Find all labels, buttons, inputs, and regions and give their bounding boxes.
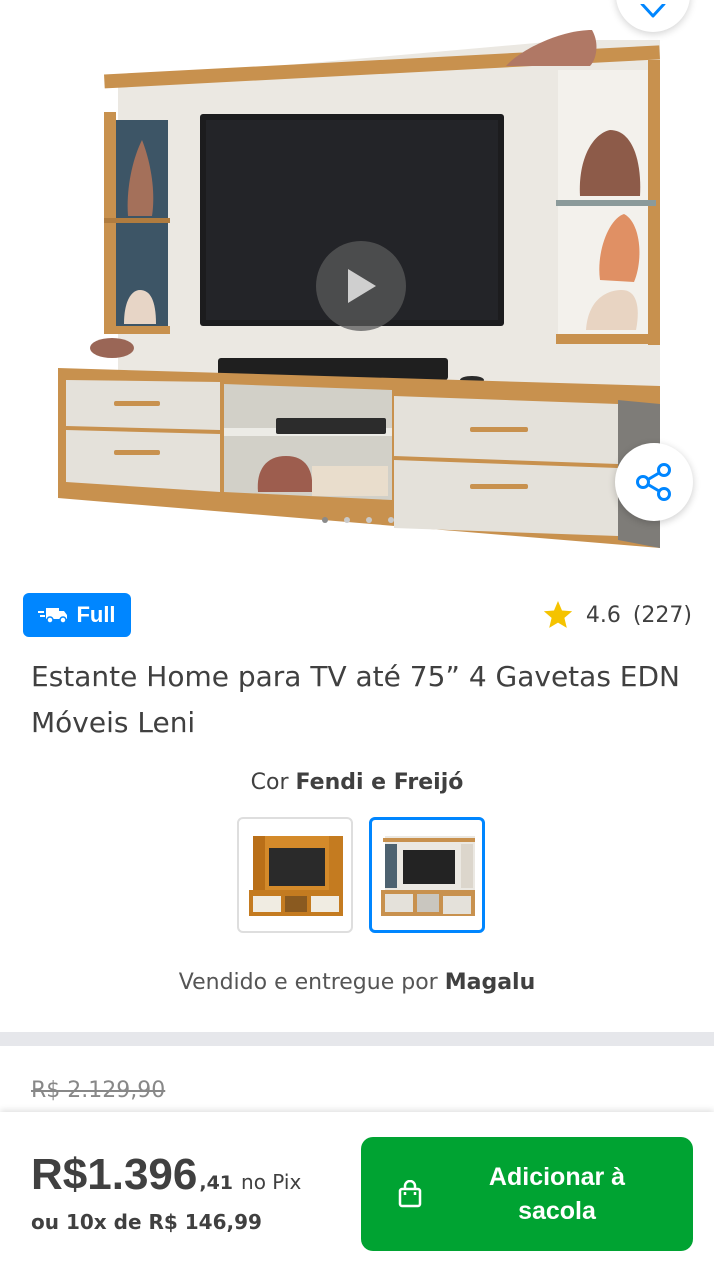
- product-title: Estante Home para TV até 75” 4 Gavetas E…: [31, 660, 681, 739]
- heart-icon: [640, 4, 666, 18]
- old-price: R$ 2.129,90: [31, 1078, 166, 1103]
- play-video-button[interactable]: [316, 241, 406, 331]
- product-rating[interactable]: 4.6 (227): [542, 598, 692, 632]
- seller-info: Vendido e entregue por Magalu: [0, 970, 714, 995]
- pix-label: no Pix: [241, 1170, 302, 1194]
- seller-name[interactable]: Magalu: [445, 970, 536, 995]
- rating-value: 4.6: [585, 602, 621, 628]
- badge-label: Full: [76, 602, 116, 627]
- price-cents: ,41: [199, 1172, 234, 1194]
- truck-icon: [38, 608, 68, 624]
- color-option-fendi-freijo[interactable]: [369, 817, 485, 933]
- product-image-gallery[interactable]: [0, 0, 714, 560]
- price-main: R$1.396: [31, 1150, 198, 1199]
- seller-prefix: Vendido e entregue por: [178, 970, 438, 995]
- full-delivery-badge: Full: [23, 593, 131, 637]
- color-selection-label: Cor Fendi e Freijó: [0, 770, 714, 795]
- carousel-dot[interactable]: [322, 517, 328, 523]
- carousel-indicator[interactable]: [322, 517, 394, 523]
- play-icon: [348, 269, 376, 303]
- shopping-bag-icon: [398, 1180, 422, 1208]
- purchase-bar: R$1.396 ,41 no Pix ou 10x de R$ 146,99 A…: [0, 1112, 714, 1280]
- share-icon: [636, 463, 671, 501]
- color-option-image: [249, 836, 343, 916]
- add-to-bag-label: Adicionar à sacola: [488, 1163, 626, 1225]
- installments-text: ou 10x de R$ 146,99: [31, 1210, 262, 1234]
- price-row: R$1.396 ,41 no Pix: [31, 1150, 301, 1200]
- star-icon: [543, 601, 572, 628]
- carousel-dot[interactable]: [366, 517, 372, 523]
- carousel-dot[interactable]: [344, 517, 350, 523]
- rating-count: (227): [632, 602, 692, 628]
- share-button[interactable]: [615, 443, 693, 521]
- add-to-bag-button[interactable]: Adicionar à sacola: [361, 1137, 693, 1251]
- carousel-dot[interactable]: [388, 517, 394, 523]
- color-option-image: [381, 836, 475, 916]
- color-prefix: Cor: [250, 770, 289, 795]
- selected-color-name: Fendi e Freijó: [295, 770, 464, 795]
- color-option-freijo[interactable]: [237, 817, 353, 933]
- section-divider: [0, 1032, 714, 1046]
